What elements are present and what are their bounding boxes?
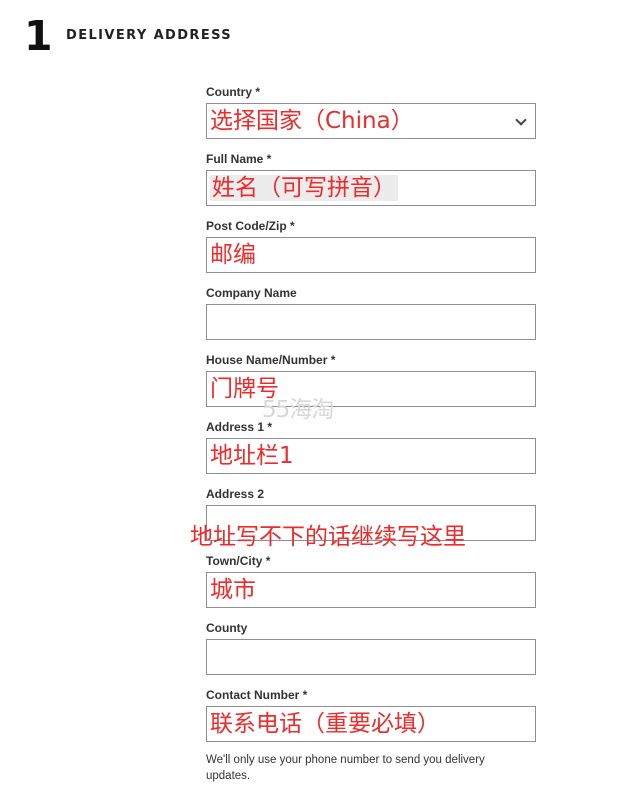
contact-input[interactable]: 联系电话（重要必填） (206, 706, 536, 742)
county-field: County (206, 620, 536, 675)
address2-field: Address 2 (206, 486, 536, 541)
full-name-label: Full Name * (206, 152, 272, 166)
house-label: House Name/Number * (206, 353, 336, 367)
full-name-field: Full Name * 姓名（可写拼音） (206, 151, 536, 206)
town-annotation: 城市 (210, 577, 256, 603)
house-input[interactable]: 门牌号 (206, 371, 536, 407)
county-input[interactable] (206, 639, 536, 675)
country-select[interactable]: 选择国家（China） (206, 103, 536, 139)
address1-input[interactable]: 地址栏1 (206, 438, 536, 474)
address1-annotation: 地址栏1 (210, 443, 294, 469)
house-field: House Name/Number * 门牌号 (206, 352, 536, 407)
company-field: Company Name (206, 285, 536, 340)
post-code-field: Post Code/Zip * 邮编 (206, 218, 536, 273)
address1-field: Address 1 * 地址栏1 (206, 419, 536, 474)
company-label: Company Name (206, 286, 297, 300)
post-code-annotation: 邮编 (210, 242, 256, 268)
town-input[interactable]: 城市 (206, 572, 536, 608)
full-name-input[interactable]: 姓名（可写拼音） (206, 170, 536, 206)
phone-helper-text: We'll only use your phone number to send… (206, 754, 485, 782)
full-name-annotation: 姓名（可写拼音） (210, 171, 398, 205)
chevron-down-icon (515, 114, 527, 126)
company-input[interactable] (206, 304, 536, 340)
post-code-label: Post Code/Zip * (206, 219, 295, 233)
town-field: Town/City * 城市 (206, 553, 536, 608)
contact-annotation: 联系电话（重要必填） (210, 711, 440, 737)
country-annotation: 选择国家（China） (210, 108, 414, 134)
country-label: Country * (206, 85, 260, 99)
full-name-annotation-text: 姓名（可写拼音） (210, 175, 398, 201)
address1-label: Address 1 * (206, 420, 273, 434)
contact-label: Contact Number * (206, 688, 308, 702)
county-label: County (206, 621, 248, 635)
address2-annotation: 地址写不下的话继续写这里 (190, 524, 466, 550)
town-label: Town/City * (206, 554, 271, 568)
watermark: 55海淘 (262, 397, 334, 423)
address2-label: Address 2 (206, 487, 265, 501)
contact-field: Contact Number * 联系电话（重要必填） (206, 687, 536, 742)
country-field: Country * 选择国家（China） (206, 84, 536, 139)
post-code-input[interactable]: 邮编 (206, 237, 536, 273)
step-number: 1 (24, 12, 53, 60)
section-title: DELIVERY ADDRESS (66, 28, 233, 43)
